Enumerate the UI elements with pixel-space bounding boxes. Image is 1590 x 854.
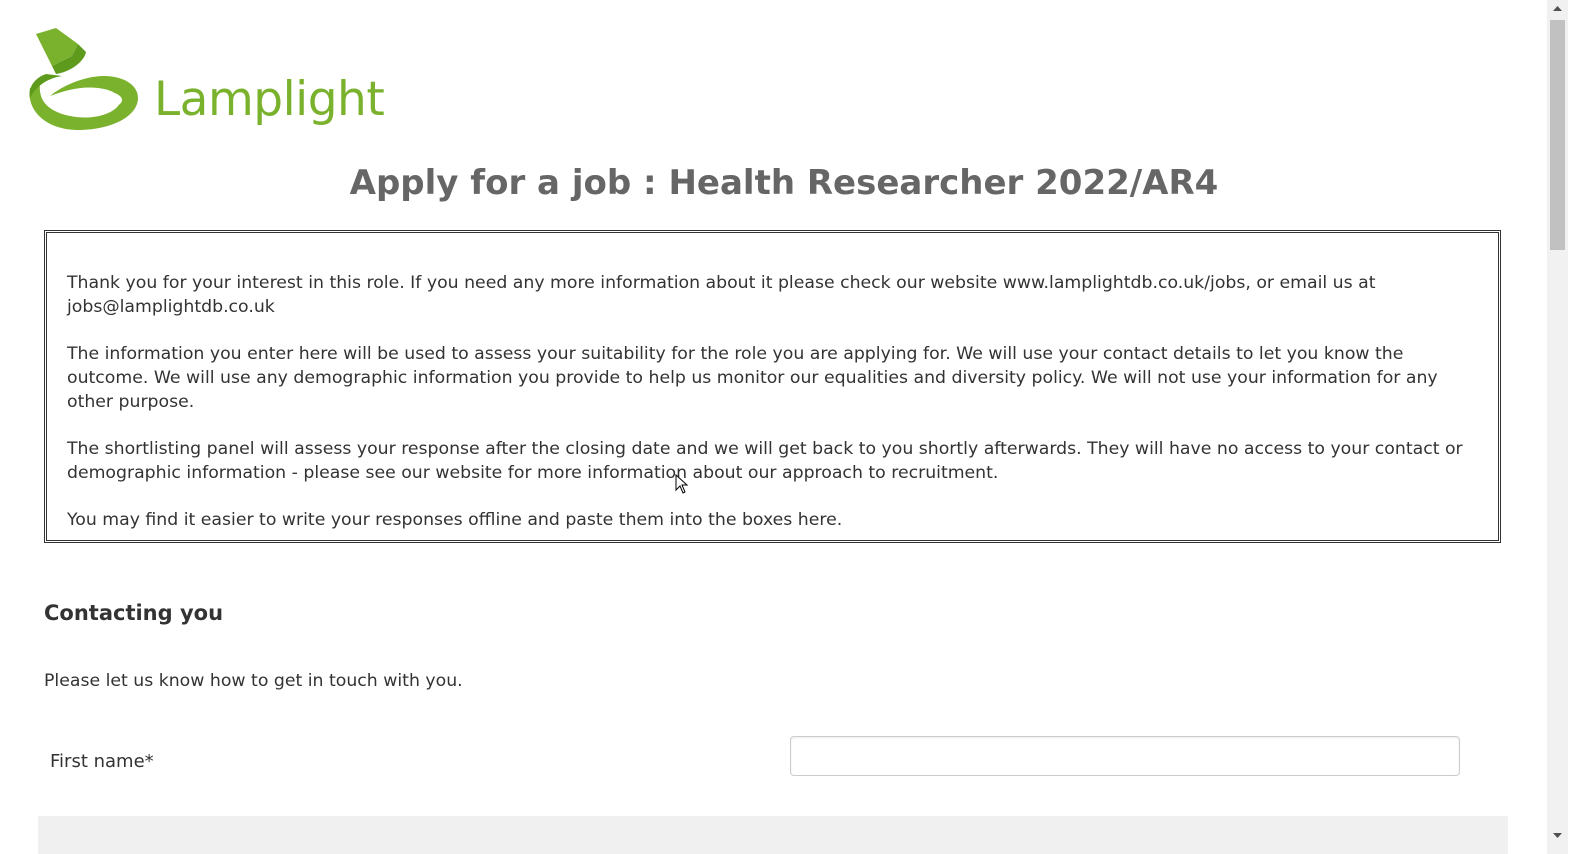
next-section-panel bbox=[38, 816, 1508, 854]
application-page: Lamplight Apply for a job : Health Resea… bbox=[0, 0, 1590, 854]
section-description: Please let us know how to get in touch w… bbox=[44, 671, 463, 691]
scroll-down-icon[interactable] bbox=[1547, 828, 1568, 844]
intro-box: Thank you for your interest in this role… bbox=[44, 230, 1501, 543]
intro-text: Thank you for your interest in this role… bbox=[67, 271, 1478, 555]
intro-paragraph: The shortlisting panel will assess your … bbox=[67, 439, 1463, 483]
page-title: Apply for a job : Health Researcher 2022… bbox=[349, 163, 1219, 203]
brand-name: Lamplight bbox=[154, 72, 385, 127]
intro-paragraph: The information you enter here will be u… bbox=[67, 344, 1438, 412]
scroll-thumb[interactable] bbox=[1550, 20, 1565, 250]
lamp-icon bbox=[29, 28, 138, 130]
scroll-up-icon[interactable] bbox=[1547, 0, 1568, 16]
intro-paragraph: You may find it easier to write your res… bbox=[67, 510, 843, 530]
lamplight-logo[interactable]: Lamplight bbox=[26, 26, 385, 134]
first-name-label: First name* bbox=[50, 751, 154, 772]
mouse-cursor-icon bbox=[675, 473, 689, 494]
section-heading-contact: Contacting you bbox=[44, 601, 224, 625]
window-edge bbox=[1568, 0, 1590, 854]
intro-paragraph: Thank you for your interest in this role… bbox=[67, 273, 1376, 317]
first-name-input[interactable] bbox=[790, 736, 1460, 776]
vertical-scrollbar[interactable] bbox=[1547, 0, 1568, 854]
